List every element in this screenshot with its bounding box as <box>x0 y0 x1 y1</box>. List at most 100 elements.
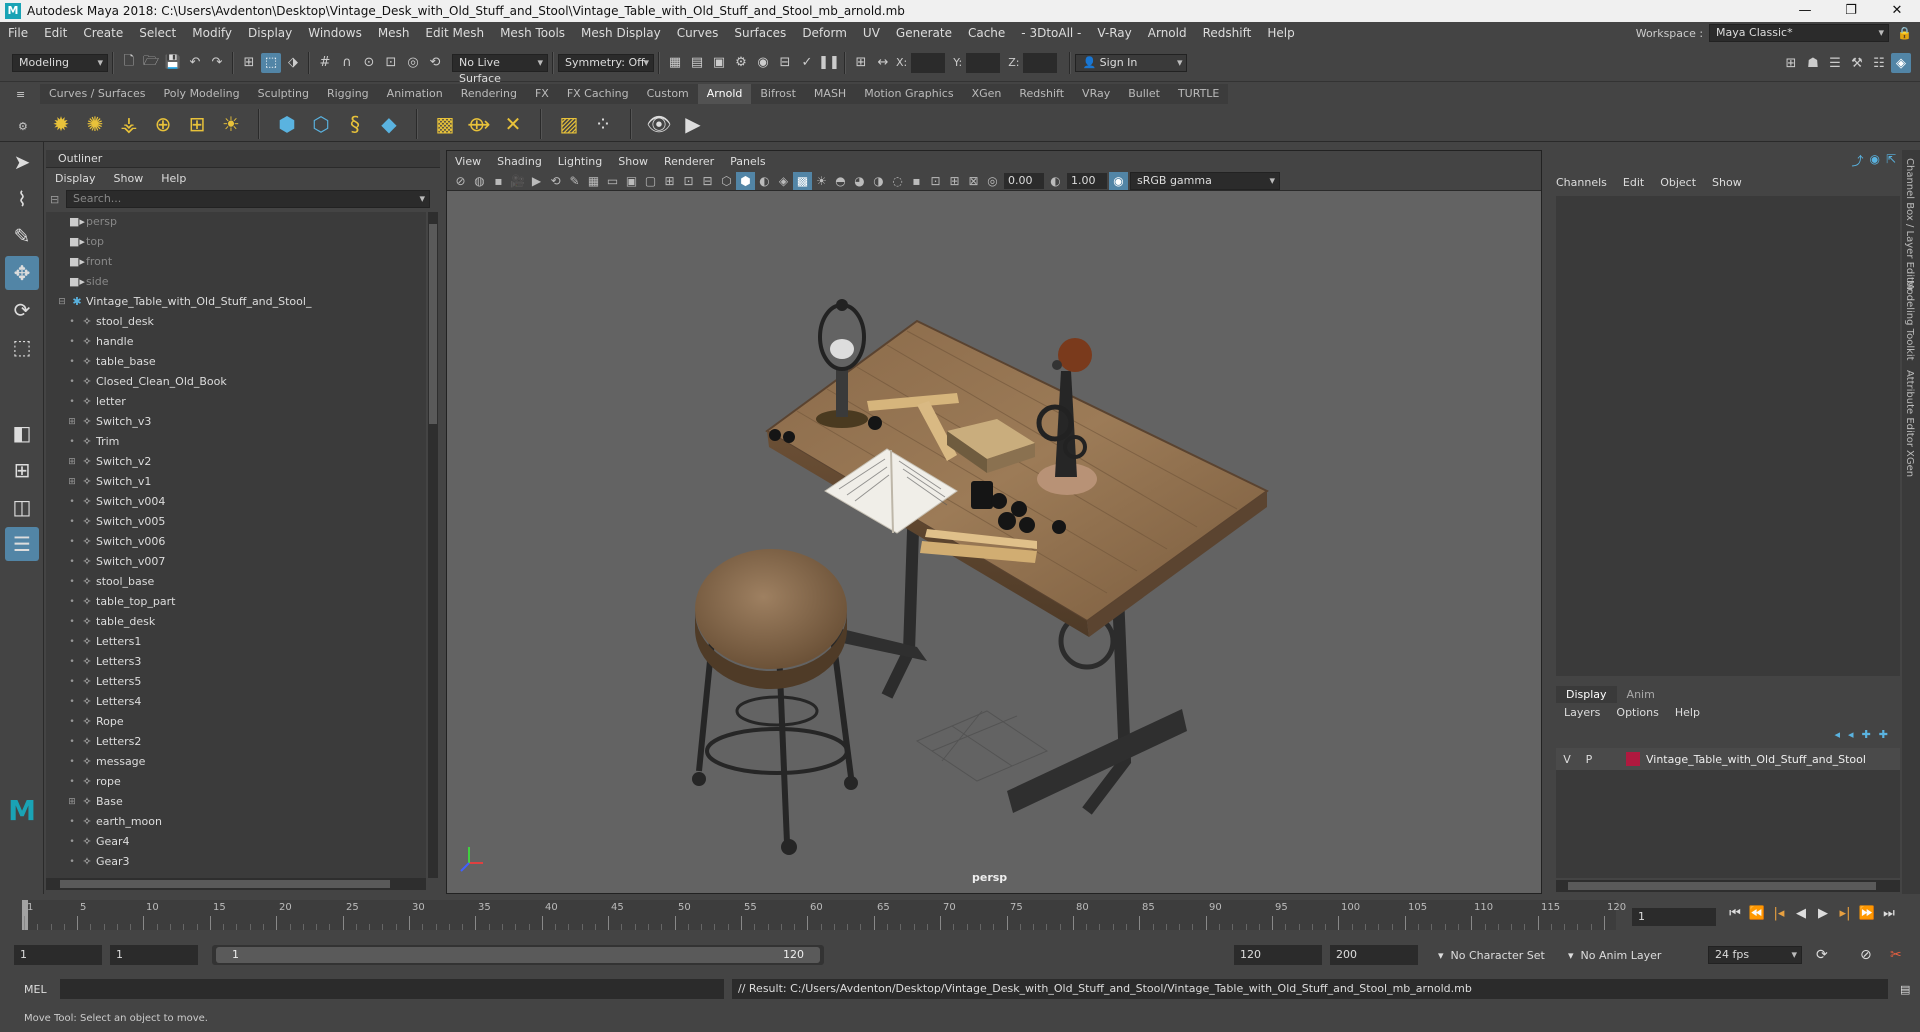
outliner-item-row[interactable]: • ✧ Letters2 <box>46 732 426 752</box>
export-standin-icon[interactable]: ⬡ <box>307 110 335 138</box>
area-light-icon[interactable]: ✺ <box>81 110 109 138</box>
outliner-root-row[interactable]: ⊟ ✱ Vintage_Table_with_Old_Stuff_and_Stool… <box>46 292 426 312</box>
shadows-icon[interactable]: ◓ <box>831 172 850 190</box>
outliner-item-row[interactable]: • ✧ Gear3 <box>46 852 426 872</box>
channel-menu-show[interactable]: Show <box>1704 176 1750 189</box>
outliner-item-row[interactable]: • ✧ handle <box>46 332 426 352</box>
shelf-tab-poly-modeling[interactable]: Poly Modeling <box>155 84 249 104</box>
move-layer-down-icon[interactable]: ◂ <box>1848 728 1854 741</box>
menu-generate[interactable]: Generate <box>888 26 960 40</box>
render-settings-icon[interactable]: ⚙ <box>731 53 751 73</box>
outliner-search-input[interactable]: Search... ▾ <box>66 190 430 208</box>
layer-tab-anim[interactable]: Anim <box>1617 686 1665 703</box>
viewport-menu-show[interactable]: Show <box>610 155 656 168</box>
wireframe-icon[interactable]: ⬡ <box>717 172 736 190</box>
display-layer-row[interactable]: V P Vintage_Table_with_Old_Stuff_and_Sto… <box>1556 748 1900 770</box>
skydome-light-icon[interactable]: ✹ <box>47 110 75 138</box>
attribute-editor-icon[interactable]: ☰ <box>1825 53 1845 73</box>
menu-modify[interactable]: Modify <box>184 26 240 40</box>
outliner-camera-row[interactable]: ■▸ top <box>46 232 426 252</box>
outliner-menu-display[interactable]: Display <box>46 172 105 185</box>
menu-arnold[interactable]: Arnold <box>1140 26 1195 40</box>
outliner-item-row[interactable]: • ✧ Letters5 <box>46 672 426 692</box>
layer-menu-options[interactable]: Options <box>1608 706 1666 719</box>
outliner-vscroll[interactable] <box>428 212 438 878</box>
shelf-tab-vray[interactable]: VRay <box>1073 84 1119 104</box>
sign-in-button[interactable]: 👤 Sign In <box>1075 53 1188 72</box>
gate-mask-icon[interactable]: ▢ <box>641 172 660 190</box>
move-tool-icon[interactable]: ✥ <box>5 256 39 290</box>
color-space-dropdown[interactable]: sRGB gamma <box>1130 171 1280 190</box>
image-plane-icon[interactable]: ▶ <box>527 172 546 190</box>
character-set-dropdown[interactable]: ▾ No Character Set <box>1438 949 1545 962</box>
anti-aliasing-icon[interactable]: ◌ <box>888 172 907 190</box>
outliner-persp-icon[interactable]: ☰ <box>5 527 39 561</box>
viewport-menu-renderer[interactable]: Renderer <box>656 155 722 168</box>
filter-icon[interactable]: ⊟ <box>50 193 66 206</box>
isolate-select-icon[interactable]: ⊡ <box>926 172 945 190</box>
shelf-tab-custom[interactable]: Custom <box>638 84 698 104</box>
step-forward-key-icon[interactable]: ⏩ <box>1856 906 1878 921</box>
menu-mesh[interactable]: Mesh <box>370 26 418 40</box>
expand-icon[interactable]: ⊞ <box>66 792 78 812</box>
layer-editor-icon[interactable]: ◈ <box>1891 53 1911 73</box>
outliner-item-row[interactable]: • ✧ Switch_v004 <box>46 492 426 512</box>
outliner-item-row[interactable]: • ✧ table_top_part <box>46 592 426 612</box>
symmetry-dropdown[interactable]: Symmetry: Off <box>558 53 654 72</box>
color-management-icon[interactable]: ◉ <box>1109 171 1128 190</box>
tool-settings-icon[interactable]: ⚒ <box>1847 53 1867 73</box>
menu-display[interactable]: Display <box>240 26 300 40</box>
menu-mesh-tools[interactable]: Mesh Tools <box>492 26 573 40</box>
side-tab-modeling-toolkit[interactable]: Modeling Toolkit <box>1904 280 1915 361</box>
outliner-item-row[interactable]: • ✧ Switch_v007 <box>46 552 426 572</box>
outliner-camera-row[interactable]: ■▸ front <box>46 252 426 272</box>
new-layer-selected-icon[interactable]: ✚ <box>1879 728 1888 741</box>
smooth-shade-icon[interactable]: ⬢ <box>736 171 755 190</box>
shelf-tab-bifrost[interactable]: Bifrost <box>751 84 805 104</box>
snap-view-icon[interactable]: ⊡ <box>381 53 401 73</box>
snap-grid-icon[interactable]: # <box>315 53 335 73</box>
scene-end-field[interactable]: 200 <box>1330 945 1418 965</box>
menu-redshift[interactable]: Redshift <box>1195 26 1260 40</box>
shelf-tab-redshift[interactable]: Redshift <box>1010 84 1073 104</box>
z-field[interactable] <box>1023 52 1058 73</box>
mesh-light-icon[interactable]: ⚶ <box>115 110 143 138</box>
search-dropdown-icon[interactable]: ▾ <box>419 191 425 207</box>
auto-key-icon[interactable]: ⊘ <box>1860 947 1872 963</box>
use-all-lights-icon[interactable]: ☀ <box>812 172 831 190</box>
scale-tool-icon[interactable]: ⬚ <box>5 330 39 364</box>
film-gate-icon[interactable]: ▭ <box>603 172 622 190</box>
script-language-toggle[interactable]: MEL <box>24 983 60 996</box>
side-tab-attribute-editor[interactable]: Attribute Editor <box>1904 370 1915 447</box>
rotate-tool-icon[interactable]: ⟳ <box>5 293 39 327</box>
y-field[interactable] <box>966 52 1001 73</box>
ambient-occlusion-icon[interactable]: ◕ <box>850 172 869 190</box>
menu-curves[interactable]: Curves <box>669 26 727 40</box>
hypershade-icon[interactable]: ◉ <box>753 53 773 73</box>
channel-box-help-icon[interactable]: ◉ <box>1869 152 1879 169</box>
playback-end-field[interactable]: 120 <box>1234 945 1322 965</box>
two-view-icon[interactable]: ◫ <box>5 490 39 524</box>
menu-edit[interactable]: Edit <box>36 26 75 40</box>
flush-lights-icon[interactable]: ✕ <box>499 110 527 138</box>
menu-set-dropdown[interactable]: Modeling <box>12 53 108 72</box>
character-controls-icon[interactable]: ☗ <box>1803 53 1823 73</box>
menu-edit-mesh[interactable]: Edit Mesh <box>417 26 492 40</box>
workspace-dropdown[interactable]: Maya Classic* <box>1709 24 1890 42</box>
default-material-icon[interactable]: ◐ <box>755 172 774 190</box>
layer-color-swatch[interactable] <box>1626 752 1640 766</box>
play-forward-icon[interactable]: ▶ <box>1812 906 1834 921</box>
select-object-icon[interactable]: ⬚ <box>261 52 281 73</box>
shelf-tab-fx[interactable]: FX <box>526 84 558 104</box>
outliner-item-row[interactable]: • ✧ stool_base <box>46 572 426 592</box>
outliner-item-row[interactable]: ⊞ ✧ Switch_v3 <box>46 412 426 432</box>
menu-3dtoall[interactable]: - 3DtoAll - <box>1013 26 1089 40</box>
close-icon[interactable]: ✕ <box>1874 0 1920 22</box>
menu-file[interactable]: File <box>0 26 36 40</box>
flush-shadows-icon[interactable]: ▨ <box>555 110 583 138</box>
side-tab-xgen[interactable]: XGen <box>1904 450 1915 477</box>
outliner-item-row[interactable]: • ✧ earth_moon <box>46 812 426 832</box>
fps-dropdown[interactable]: 24 fps <box>1708 946 1802 964</box>
channel-menu-object[interactable]: Object <box>1652 176 1704 189</box>
undo-icon[interactable]: ↶ <box>185 53 205 73</box>
